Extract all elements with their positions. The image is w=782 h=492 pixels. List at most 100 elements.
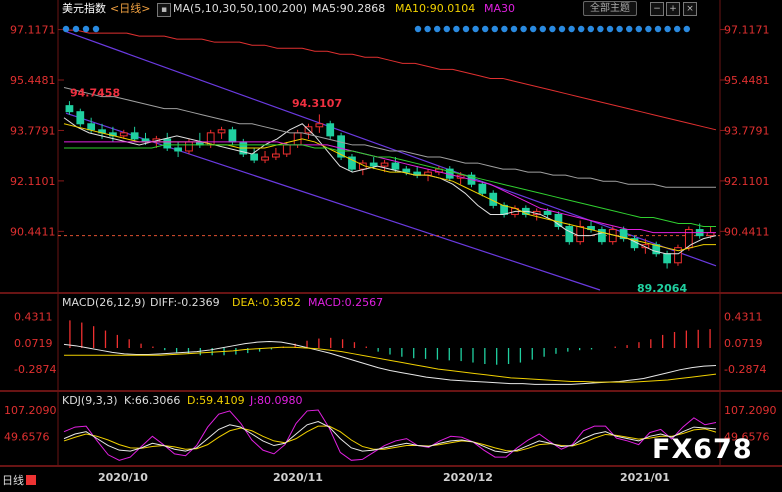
signal-dot xyxy=(549,25,556,33)
signal-dot xyxy=(645,25,652,33)
y-tick-label: 90.4411 xyxy=(10,225,56,238)
signal-dot xyxy=(72,25,80,33)
signal-dot xyxy=(414,25,422,33)
signal-dot xyxy=(453,25,460,33)
y-tick-label: -0.2874 xyxy=(14,363,56,376)
macd-value: MACD:0.2567 xyxy=(308,296,384,309)
signal-dot xyxy=(616,25,623,33)
y-tick-label: 49.6576 xyxy=(4,430,50,443)
signal-dot xyxy=(92,25,100,33)
price-annotation: 94.3107 xyxy=(292,97,342,110)
candle-up xyxy=(185,141,193,152)
signal-dot xyxy=(501,25,508,33)
candle-down xyxy=(478,183,487,194)
signal-dot xyxy=(674,25,681,33)
ma5-value: MA5:90.2868 xyxy=(312,2,386,15)
macd-diff: DIFF:-0.2369 xyxy=(150,296,220,309)
kdj-k: K:66.3066 xyxy=(124,394,181,407)
signal-dot xyxy=(635,25,642,33)
theme-button[interactable]: 全部主题 xyxy=(583,1,637,16)
y-tick-label: 92.1101 xyxy=(10,175,56,188)
signal-dot xyxy=(491,25,498,33)
candle-down xyxy=(250,153,259,161)
candle-down xyxy=(402,168,411,173)
signal-dot xyxy=(62,25,70,33)
signal-dot xyxy=(482,25,489,33)
macd-title: MACD(26,12,9) xyxy=(62,296,146,309)
signal-dot xyxy=(520,25,527,33)
ma10-value: MA10:90.0104 xyxy=(395,2,476,15)
day-line-label[interactable]: 日线 xyxy=(2,472,36,488)
y-tick-label: 90.4411 xyxy=(724,225,770,238)
candle-down xyxy=(130,132,139,140)
y-tick-label: 95.4481 xyxy=(724,74,770,87)
y-tick-label: 95.4481 xyxy=(10,74,56,87)
y-tick-label: 0.0719 xyxy=(14,337,53,350)
ma30-value: MA30 xyxy=(484,2,516,15)
candle-down xyxy=(228,129,237,143)
candle-down xyxy=(163,138,172,149)
candle-up xyxy=(261,156,269,161)
candle-down xyxy=(65,105,74,113)
y-tick-label: -0.2874 xyxy=(724,363,766,376)
minus-icon[interactable]: − xyxy=(650,2,664,16)
candle-down xyxy=(543,210,552,215)
y-tick-label: 107.2090 xyxy=(724,404,777,417)
day-line-marker xyxy=(26,475,36,485)
signal-dot xyxy=(568,25,575,33)
y-tick-label: 97.1171 xyxy=(724,24,770,37)
ma-set-label: MA(5,10,30,50,100,200) xyxy=(173,2,308,15)
y-tick-label: 0.0719 xyxy=(724,337,763,350)
candle-down xyxy=(87,123,96,131)
x-tick-label: 2020/10 xyxy=(98,471,148,484)
signal-dot xyxy=(434,25,441,33)
candle-down xyxy=(326,123,335,137)
settings-icon[interactable]: ▪ xyxy=(157,3,171,17)
watermark-logo: FX678 xyxy=(652,434,753,465)
signal-dot xyxy=(626,25,633,33)
candle-down xyxy=(663,253,671,264)
y-tick-label: 93.7791 xyxy=(10,124,56,137)
stage: 97.1171 97.1171 95.4481 95.4481 93.7791 93.77… xyxy=(0,0,782,488)
candle-down xyxy=(76,111,85,125)
day-line-text: 日线 xyxy=(2,474,24,487)
signal-dot xyxy=(530,25,537,33)
chart-svg: 97.1171 97.1171 95.4481 95.4481 93.7791 93.77… xyxy=(0,0,782,488)
y-tick-label: 92.1101 xyxy=(724,175,770,188)
price-annotation: 89.2064 xyxy=(637,282,687,295)
price-annotation: 94.7458 xyxy=(70,87,120,100)
signal-dot xyxy=(472,25,479,33)
instrument-title: 美元指数 xyxy=(62,2,106,15)
x-tick-label: 2021/01 xyxy=(620,471,670,484)
signal-dot xyxy=(462,25,470,33)
candle-up xyxy=(576,226,585,243)
candle-up xyxy=(315,123,324,128)
signal-dot xyxy=(683,25,690,33)
signal-dot xyxy=(558,25,566,33)
signal-dot xyxy=(578,25,585,33)
signal-dot xyxy=(510,25,518,33)
kdj-j: J:80.0980 xyxy=(250,394,303,407)
candle-down xyxy=(174,147,182,152)
plus-icon[interactable]: + xyxy=(666,2,680,16)
period-label[interactable]: <日线> xyxy=(110,2,150,16)
y-tick-label: 93.7791 xyxy=(724,124,770,137)
signal-dot xyxy=(606,25,614,33)
x-tick-label: 2020/12 xyxy=(443,471,493,484)
candle-up xyxy=(272,153,280,158)
signal-dot xyxy=(587,25,594,33)
candle-up xyxy=(293,132,302,146)
candle-up xyxy=(282,144,291,155)
signal-dot xyxy=(539,25,546,33)
macd-dea: DEA:-0.3652 xyxy=(232,296,301,309)
y-tick-label: 97.1171 xyxy=(10,24,56,37)
signal-dot xyxy=(664,25,671,33)
signal-dot xyxy=(654,25,662,33)
kdj-title: KDJ(9,3,3) xyxy=(62,394,118,407)
close-icon[interactable]: × xyxy=(683,2,697,16)
candle-down xyxy=(369,162,378,167)
y-tick-label: 0.4311 xyxy=(14,311,53,324)
candle-down xyxy=(565,226,574,243)
signal-dot xyxy=(443,25,450,33)
candle-up xyxy=(217,129,226,134)
